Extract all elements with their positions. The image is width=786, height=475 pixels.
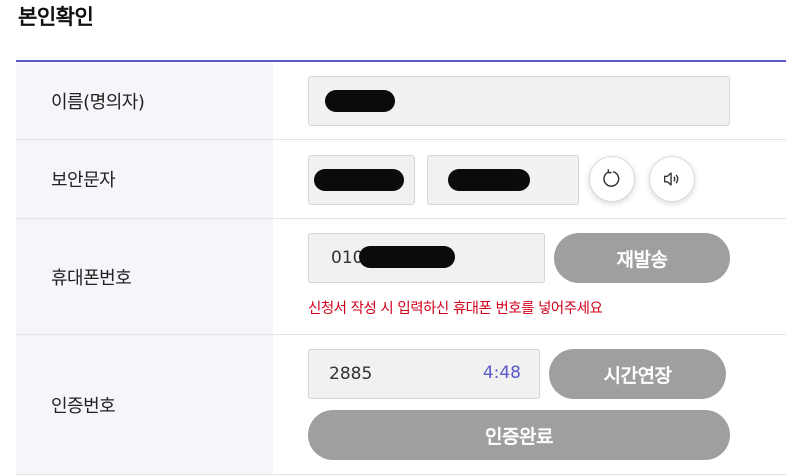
phone-label: 휴대폰번호 bbox=[16, 219, 273, 334]
phone-row: 휴대폰번호 010 재발송 신청서 작성 시 입력하신 휴대폰 번호를 넣어주세… bbox=[16, 219, 786, 335]
captcha-input[interactable] bbox=[427, 155, 579, 205]
name-row: 이름(명의자) bbox=[16, 62, 786, 140]
refresh-icon bbox=[603, 169, 620, 187]
code-value: 2885 bbox=[329, 364, 373, 384]
security-label: 보안문자 bbox=[16, 140, 273, 218]
redaction-mask bbox=[314, 169, 404, 191]
verification-form: 이름(명의자) 보안문자 휴대폰번호 010 재발송 신청서 작성 시 입력하신… bbox=[16, 60, 786, 475]
page-title: 본인확인 bbox=[18, 5, 94, 29]
resend-button[interactable]: 재발송 bbox=[554, 233, 730, 283]
countdown-timer: 4:48 bbox=[482, 363, 521, 383]
phone-input[interactable]: 010 bbox=[308, 233, 545, 283]
captcha-refresh-button[interactable] bbox=[589, 156, 635, 202]
name-field[interactable] bbox=[308, 76, 730, 126]
code-label: 인증번호 bbox=[16, 335, 273, 474]
verify-complete-button[interactable]: 인증완료 bbox=[308, 410, 730, 460]
redaction-mask bbox=[325, 90, 395, 112]
name-label: 이름(명의자) bbox=[16, 62, 273, 139]
code-input[interactable]: 2885 4:48 bbox=[308, 349, 540, 399]
phone-hint: 신청서 작성 시 입력하신 휴대폰 번호를 넣어주세요 bbox=[308, 301, 603, 317]
extend-time-button[interactable]: 시간연장 bbox=[549, 349, 726, 399]
captcha-audio-button[interactable] bbox=[649, 156, 695, 202]
redaction-mask bbox=[359, 246, 455, 268]
code-row: 인증번호 2885 4:48 시간연장 인증완료 bbox=[16, 335, 786, 475]
redaction-mask bbox=[448, 169, 530, 191]
security-row: 보안문자 bbox=[16, 140, 786, 219]
captcha-image bbox=[308, 155, 415, 205]
speaker-icon bbox=[663, 172, 679, 186]
